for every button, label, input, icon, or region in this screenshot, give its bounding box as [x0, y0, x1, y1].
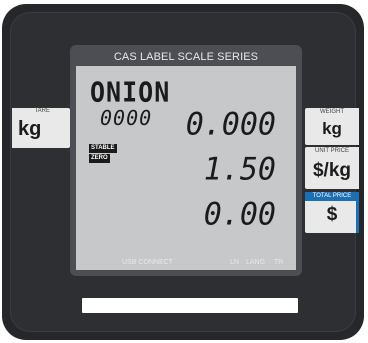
total-price-value: 0.00 — [203, 196, 276, 233]
series-title: CAS LABEL SCALE SERIES — [113, 51, 259, 63]
total-price-unit: $ — [326, 204, 338, 225]
unit-price-value: 1.50 — [203, 151, 276, 188]
tr-status: TR — [274, 259, 284, 266]
usb-status: USB CONNECT — [122, 259, 173, 266]
display-frame: CAS LABEL SCALE SERIES ONION 0000 0.000 … — [70, 45, 302, 276]
unit-price-panel: UNIT PRICE $/kg — [305, 147, 359, 189]
tare-panel: TARE kg — [12, 108, 70, 148]
weight-unit: kg — [322, 119, 342, 138]
tare-unit: kg — [18, 118, 42, 140]
lang-status: LANG — [246, 259, 266, 266]
lcd-screen: ONION 0000 0.000 1.50 0.00 STABLE ZERO — [76, 66, 296, 270]
tare-label: TARE — [34, 108, 50, 114]
unit-price-label: UNIT PRICE — [315, 148, 349, 154]
zero-indicator: ZERO — [89, 154, 110, 163]
plu-number: 0000 — [100, 106, 153, 130]
ln-status: LN — [230, 259, 239, 266]
status-bar: USB CONNECT LN LANG TR — [70, 256, 302, 270]
product-name: ONION — [90, 76, 171, 108]
label-output-slot — [82, 298, 298, 313]
weight-panel: WEIGHT kg — [305, 108, 359, 145]
total-price-accent — [356, 192, 359, 233]
unit-price-unit: $/kg — [312, 160, 352, 181]
weight-label: WEIGHT — [320, 109, 344, 115]
weight-value: 0.000 — [185, 106, 276, 143]
total-price-label: TOTAL PRICE — [305, 192, 359, 201]
total-price-panel: TOTAL PRICE $ — [305, 192, 359, 233]
stable-indicator: STABLE — [89, 144, 117, 153]
